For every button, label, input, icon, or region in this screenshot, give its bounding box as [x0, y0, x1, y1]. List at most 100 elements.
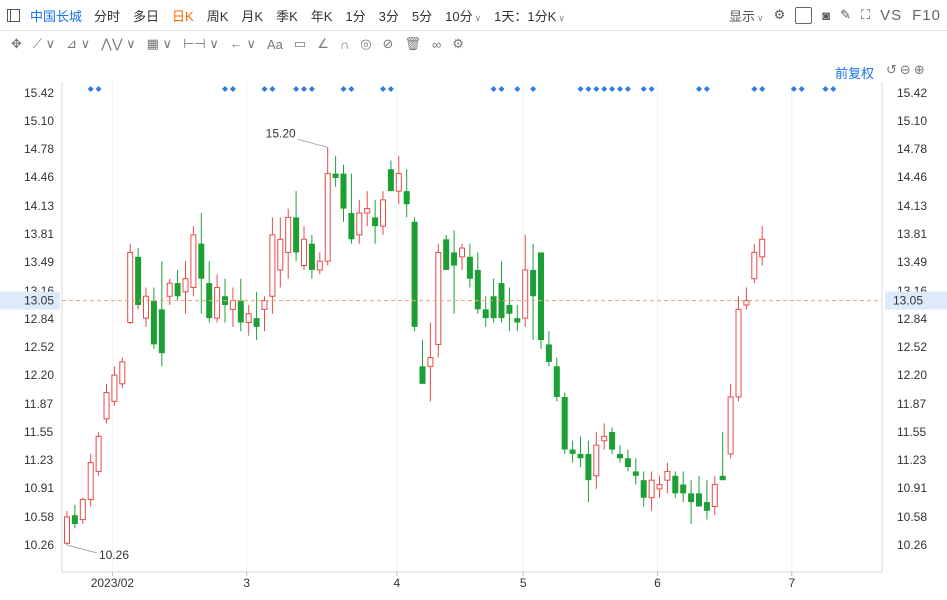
candle-44 — [411, 217, 418, 332]
y-tick-right-5: 13.81 — [897, 227, 927, 241]
candle-body-46 — [427, 357, 434, 367]
y-tick-right-8: 12.84 — [897, 312, 927, 326]
candle-body-75 — [656, 484, 663, 490]
candle-body-68 — [601, 435, 608, 442]
y-tick-right-14: 10.91 — [897, 481, 927, 495]
candle-39 — [372, 199, 379, 244]
y-tick-left-11: 11.87 — [24, 397, 53, 411]
candle-22 — [237, 278, 244, 332]
candle-74 — [648, 471, 655, 511]
candle-body-65 — [577, 453, 584, 459]
candle-48 — [443, 234, 450, 270]
candle-body-52 — [474, 269, 481, 310]
y-tick-left-16: 10.26 — [24, 538, 54, 552]
candle-52 — [474, 252, 481, 314]
event-marker-6 — [293, 86, 300, 92]
event-marker-23 — [624, 86, 631, 92]
candle-body-35 — [340, 173, 347, 209]
candlestick-chart[interactable]: 15.4215.1014.7814.4614.1313.8113.4913.16… — [0, 0, 947, 600]
candle-body-60 — [538, 252, 544, 341]
y-tick-right-13: 11.23 — [897, 453, 926, 467]
candle-body-7 — [119, 361, 126, 385]
candle-body-88 — [759, 238, 766, 258]
candle-2 — [79, 497, 86, 524]
y-axis-left: 15.4215.1014.7814.4614.1313.8113.4913.16… — [24, 86, 54, 552]
candle-body-82 — [711, 484, 718, 507]
event-marker-11 — [380, 86, 386, 92]
candle-3 — [87, 453, 94, 507]
candle-body-80 — [696, 493, 702, 507]
candle-31 — [308, 234, 315, 279]
event-marker-32 — [822, 86, 829, 92]
candle-41 — [387, 160, 394, 192]
y-tick-right-1: 15.10 — [897, 114, 927, 128]
candle-61 — [545, 331, 552, 367]
candle-33 — [324, 147, 331, 266]
candle-16 — [190, 226, 197, 297]
candle-77 — [672, 471, 679, 498]
candle-25 — [261, 296, 268, 332]
event-marker-15 — [514, 86, 521, 92]
candle-body-29 — [293, 217, 300, 253]
candle-body-34 — [332, 173, 339, 178]
event-marker-9 — [340, 86, 347, 92]
candle-body-23 — [245, 313, 252, 324]
x-tick-label-5: 7 — [788, 576, 795, 590]
candle-body-71 — [624, 458, 631, 468]
candle-body-13 — [166, 282, 173, 297]
candle-63 — [561, 392, 568, 454]
candle-body-54 — [490, 296, 497, 319]
candle-body-61 — [545, 344, 552, 362]
candle-11 — [150, 287, 157, 349]
event-marker-31 — [798, 86, 805, 92]
min-label-leader — [66, 544, 98, 554]
y-tick-left-9: 12.52 — [24, 340, 54, 354]
candle-body-17 — [198, 243, 205, 279]
y-tick-right-10: 12.20 — [897, 368, 927, 382]
candle-84 — [727, 383, 734, 459]
candle-body-85 — [735, 308, 742, 398]
y-tick-right-15: 10.58 — [897, 510, 927, 524]
candle-24 — [253, 291, 260, 341]
y-tick-left-3: 14.46 — [24, 170, 54, 184]
min-price-label: 10.26 — [99, 548, 129, 562]
candle-body-43 — [403, 191, 410, 205]
candle-body-79 — [688, 493, 695, 503]
y-tick-left-1: 15.10 — [24, 114, 54, 128]
candle-78 — [680, 471, 687, 503]
event-marker-16 — [530, 86, 537, 92]
candle-body-47 — [435, 251, 442, 345]
candle-43 — [403, 169, 410, 218]
candle-15 — [182, 261, 189, 314]
candle-28 — [285, 208, 292, 279]
candle-body-10 — [143, 295, 149, 319]
candle-86 — [743, 287, 750, 310]
event-marker-33 — [830, 86, 837, 92]
y-tick-right-11: 11.87 — [897, 397, 926, 411]
x-tick-label-0: 2023/02 — [91, 576, 135, 590]
candle-body-25 — [261, 300, 268, 310]
event-marker-2 — [222, 86, 228, 92]
candle-4 — [95, 432, 102, 476]
candle-30 — [301, 226, 307, 270]
candle-body-76 — [664, 470, 671, 481]
event-marker-1 — [95, 86, 102, 92]
candle-body-56 — [506, 304, 513, 314]
candle-12 — [158, 261, 165, 367]
current-price-right: 13.05 — [893, 294, 923, 308]
candle-body-3 — [87, 462, 94, 500]
event-marker-21 — [609, 86, 616, 92]
event-marker-25 — [648, 86, 655, 92]
candle-88 — [759, 226, 766, 266]
candle-67 — [593, 432, 600, 489]
y-tick-left-13: 11.23 — [24, 453, 53, 467]
y-tick-right-3: 14.46 — [897, 170, 927, 184]
candle-21 — [229, 287, 236, 327]
event-marker-14 — [498, 86, 505, 92]
candle-87 — [751, 243, 758, 284]
candle-73 — [640, 471, 647, 507]
event-marker-24 — [640, 86, 647, 92]
event-marker-10 — [348, 86, 355, 92]
y-tick-right-12: 11.55 — [897, 425, 926, 439]
candle-body-22 — [237, 300, 244, 323]
